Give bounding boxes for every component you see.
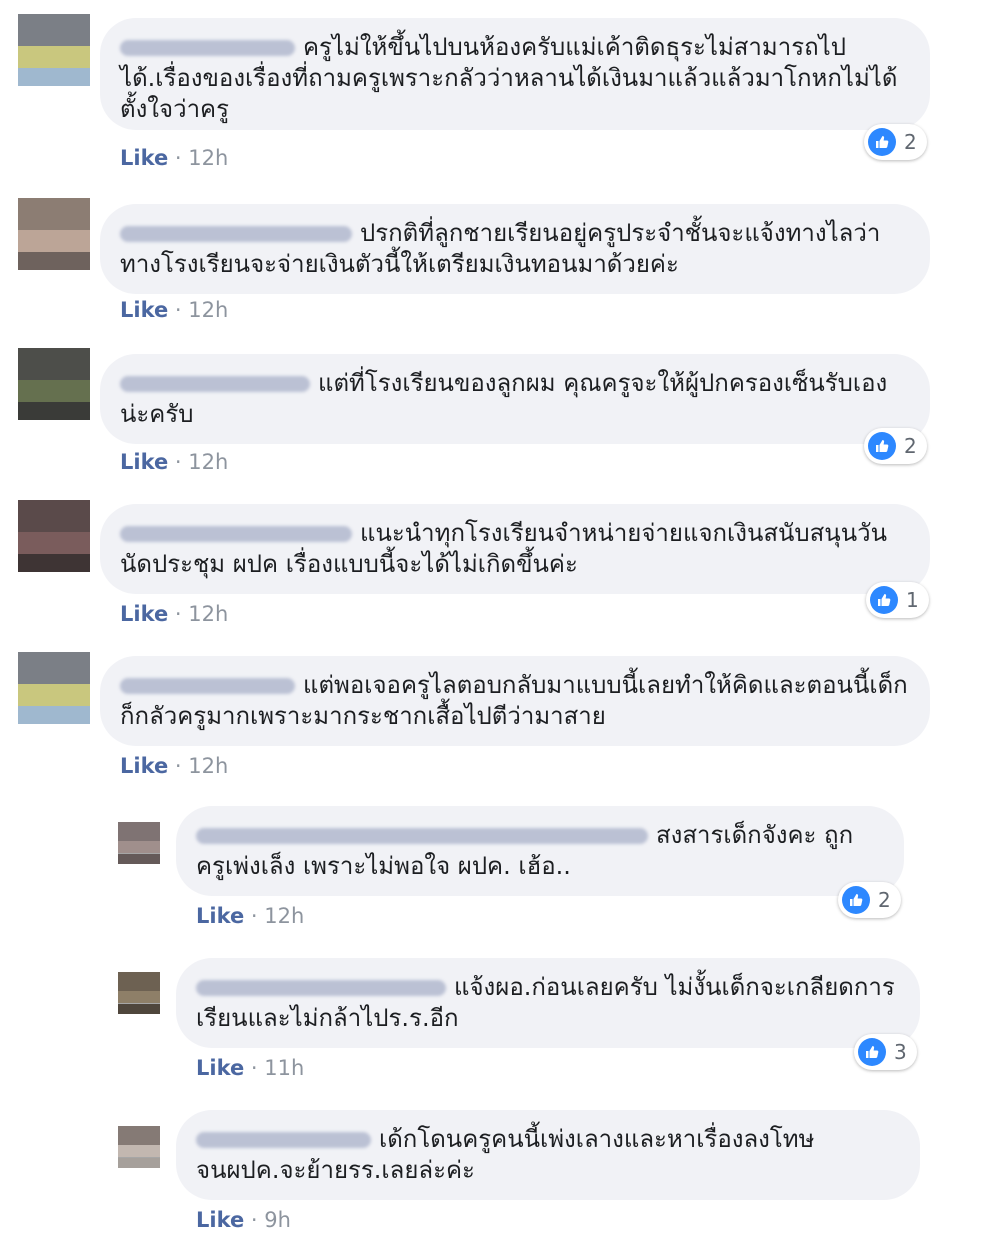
comment-meta: Like · 12h: [120, 754, 229, 778]
comment-time[interactable]: 12h: [188, 754, 228, 778]
reaction-number: 2: [904, 434, 917, 458]
avatar[interactable]: [18, 652, 90, 724]
comment-bubble: ครูไม่ให้ขึ้นไปบนห้องครับแม่เค้าติดธุระไ…: [100, 18, 930, 130]
thumbs-up-icon: [842, 886, 870, 914]
reply-bubble: แจ้งผอ.ก่อนเลยครับ ไม่งั้นเด็กจะเกลียดกา…: [176, 958, 920, 1048]
comment-bubble: แนะนำทุกโรงเรียนจำหน่ายจ่ายแจกเงินสนับสน…: [100, 504, 930, 594]
reply-time[interactable]: 12h: [264, 904, 304, 928]
comment-meta: Like · 12h: [120, 298, 229, 322]
avatar[interactable]: [118, 822, 160, 864]
like-link[interactable]: Like: [120, 754, 168, 778]
reaction-count[interactable]: 3: [854, 1034, 917, 1070]
comment-item: แต่ที่โรงเรียนของลูกผม คุณครูจะให้ผู้ปกค…: [0, 340, 1000, 480]
like-link[interactable]: Like: [196, 904, 244, 928]
like-link[interactable]: Like: [196, 1208, 244, 1232]
comment-meta: Like · 12h: [120, 450, 229, 474]
avatar[interactable]: [118, 1126, 160, 1168]
comment-meta: Like · 12h: [120, 146, 229, 170]
thumbs-up-icon: [868, 432, 896, 460]
like-link[interactable]: Like: [120, 602, 168, 626]
reply-item: เด้กโดนครูคนนี้เพ่งเลางและหาเรื่องลงโทษจ…: [0, 1104, 1000, 1252]
reaction-number: 2: [904, 130, 917, 154]
thumbs-up-icon: [868, 128, 896, 156]
like-link[interactable]: Like: [120, 450, 168, 474]
reply-bubble: เด้กโดนครูคนนี้เพ่งเลางและหาเรื่องลงโทษจ…: [176, 1110, 920, 1200]
comment-meta: Like · 12h: [120, 602, 229, 626]
commenter-name-blurred[interactable]: [196, 828, 648, 844]
comment-item: ปรกติที่ลูกชายเรียนอยู่ครูประจำชั้นจะแจ้…: [0, 190, 1000, 330]
reaction-count[interactable]: 2: [838, 882, 901, 918]
avatar[interactable]: [118, 972, 160, 1014]
thumbs-up-icon: [870, 586, 898, 614]
comment-time[interactable]: 12h: [188, 450, 228, 474]
reaction-number: 3: [894, 1040, 907, 1064]
commenter-name-blurred[interactable]: [120, 376, 310, 392]
commenter-name-blurred[interactable]: [196, 1132, 371, 1148]
like-link[interactable]: Like: [120, 298, 168, 322]
comment-time[interactable]: 12h: [188, 146, 228, 170]
avatar[interactable]: [18, 14, 90, 86]
comment-time[interactable]: 12h: [188, 602, 228, 626]
reply-meta: Like · 11h: [196, 1056, 305, 1080]
reply-item: แจ้งผอ.ก่อนเลยครับ ไม่งั้นเด็กจะเกลียดกา…: [0, 952, 1000, 1092]
reaction-number: 2: [878, 888, 891, 912]
reply-meta: Like · 9h: [196, 1208, 291, 1232]
comment-item: ครูไม่ให้ขึ้นไปบนห้องครับแม่เค้าติดธุระไ…: [0, 0, 1000, 180]
reply-item: สงสารเด็กจังคะ ถูกครูเพ่งเล็ง เพราะไม่พอ…: [0, 800, 1000, 940]
commenter-name-blurred[interactable]: [120, 226, 352, 242]
comment-item: แนะนำทุกโรงเรียนจำหน่ายจ่ายแจกเงินสนับสน…: [0, 492, 1000, 632]
reaction-count[interactable]: 1: [866, 582, 929, 618]
reply-bubble: สงสารเด็กจังคะ ถูกครูเพ่งเล็ง เพราะไม่พอ…: [176, 806, 904, 896]
avatar[interactable]: [18, 500, 90, 572]
comment-bubble: แต่ที่โรงเรียนของลูกผม คุณครูจะให้ผู้ปกค…: [100, 354, 930, 444]
reaction-count[interactable]: 2: [864, 428, 927, 464]
avatar[interactable]: [18, 348, 90, 420]
reaction-count[interactable]: 2: [864, 124, 927, 160]
comment-bubble: แต่พอเจอครูไลตอบกลับมาแบบนี้เลยทำให้คิดแ…: [100, 656, 930, 746]
reply-time[interactable]: 9h: [264, 1208, 291, 1232]
reply-meta: Like · 12h: [196, 904, 305, 928]
commenter-name-blurred[interactable]: [120, 678, 295, 694]
reply-time[interactable]: 11h: [264, 1056, 304, 1080]
like-link[interactable]: Like: [120, 146, 168, 170]
avatar[interactable]: [18, 198, 90, 270]
thumbs-up-icon: [858, 1038, 886, 1066]
commenter-name-blurred[interactable]: [196, 980, 446, 996]
reaction-number: 1: [906, 588, 919, 612]
commenter-name-blurred[interactable]: [120, 526, 352, 542]
comment-item: แต่พอเจอครูไลตอบกลับมาแบบนี้เลยทำให้คิดแ…: [0, 644, 1000, 784]
comment-time[interactable]: 12h: [188, 298, 228, 322]
like-link[interactable]: Like: [196, 1056, 244, 1080]
commenter-name-blurred[interactable]: [120, 40, 295, 56]
comment-bubble: ปรกติที่ลูกชายเรียนอยู่ครูประจำชั้นจะแจ้…: [100, 204, 930, 294]
